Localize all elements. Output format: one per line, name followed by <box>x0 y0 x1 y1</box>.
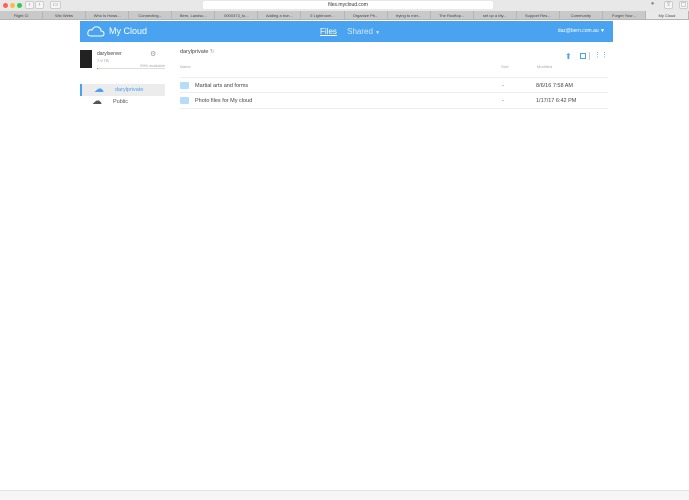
file-row[interactable]: Photo files for My cloud - 1/17/17 6:42 … <box>180 93 608 109</box>
column-name[interactable]: Name <box>180 64 191 69</box>
cloud-logo-icon <box>87 26 105 37</box>
browser-tab[interactable]: 0000373_to... <box>215 11 259 19</box>
browser-tab[interactable]: The Rooftop... <box>431 11 474 19</box>
breadcrumb: darylprivate ↻ <box>180 49 215 55</box>
browser-tab[interactable]: 5 Lightroom... <box>301 11 345 19</box>
device-image <box>80 50 92 68</box>
sidebar-item-label: darylprivate <box>115 87 144 93</box>
sidebar-item-label: Public <box>113 99 128 105</box>
browser-tab[interactable]: Community <box>560 11 603 19</box>
browser-tab[interactable]: Who Is Hows... <box>86 11 130 19</box>
file-modified: 8/6/16 7:58 AM <box>536 83 573 89</box>
share-icon[interactable]: ⇧ <box>664 1 673 9</box>
main-nav: Files Shared ▼ <box>320 27 380 36</box>
address-bar[interactable]: files.mycloud.com <box>203 1 493 9</box>
device-capacity: 7.9 TB <box>97 58 109 63</box>
new-folder-icon[interactable] <box>580 53 586 59</box>
app-logo[interactable]: My Cloud <box>109 26 147 36</box>
close-window-button[interactable] <box>3 3 8 8</box>
browser-tab[interactable]: Wix Webs <box>43 11 87 19</box>
browser-tab-active[interactable]: My Cloud <box>645 11 689 19</box>
browser-tab[interactable]: Connecting... <box>129 11 173 19</box>
back-button[interactable]: ‹ <box>25 1 34 9</box>
download-icon[interactable]: ● <box>648 1 657 9</box>
browser-tab[interactable]: Support Res... <box>517 11 560 19</box>
gear-icon[interactable]: ⚙ <box>150 50 156 58</box>
tab-bar: Flight Ci Wix Webs Who Is Hows... Connec… <box>0 11 689 20</box>
device-name: darylserver <box>97 51 122 57</box>
zoom-window-button[interactable] <box>17 3 22 8</box>
grid-view-icon[interactable]: ⋮⋮ <box>594 51 608 59</box>
folder-icon <box>180 97 189 104</box>
nav-shared-label: Shared <box>347 27 373 36</box>
sidebar-toggle-icon[interactable]: ▭ <box>50 1 61 9</box>
file-modified: 1/17/17 6:42 PM <box>536 98 577 104</box>
browser-tab[interactable]: Adding a bon... <box>258 11 302 19</box>
browser-tab[interactable]: Bern, Landsc... <box>172 11 216 19</box>
browser-tab[interactable]: set up a My... <box>474 11 517 19</box>
bottom-bar <box>0 490 689 500</box>
file-size: - <box>502 83 504 89</box>
chevron-down-icon: ▼ <box>375 30 381 36</box>
file-row[interactable]: Martial arts and forms - 8/6/16 7:58 AM <box>180 77 608 93</box>
user-email: daz@bern.com.au <box>557 28 599 34</box>
sidebar-item-public[interactable]: ☁ Public <box>80 96 165 108</box>
browser-tab[interactable]: Flight Ci <box>0 11 44 19</box>
browser-tab[interactable]: Organize Ph... <box>345 11 388 19</box>
file-name: Martial arts and forms <box>195 83 249 89</box>
minimize-window-button[interactable] <box>10 3 15 8</box>
toolbar-divider <box>589 52 590 60</box>
cloud-icon: ☁ <box>94 84 104 95</box>
file-size: - <box>502 98 504 104</box>
app-header: My Cloud Files Shared ▼ daz@bern.com.au … <box>80 21 613 42</box>
refresh-icon[interactable]: ↻ <box>210 49 215 55</box>
browser-toolbar: ‹ › ▭ files.mycloud.com ● ⇧ ▢ <box>0 0 689 11</box>
forward-button[interactable]: › <box>35 1 44 9</box>
storage-bar <box>97 68 165 69</box>
chevron-down-icon: ▼ <box>600 28 605 34</box>
tabs-icon[interactable]: ▢ <box>679 1 688 9</box>
storage-bar-used <box>97 68 98 69</box>
public-cloud-icon: ☁ <box>92 96 102 107</box>
browser-tab[interactable]: Forget Your... <box>603 11 646 19</box>
nav-shared[interactable]: Shared ▼ <box>347 27 380 36</box>
file-name: Photo files for My cloud <box>195 98 253 104</box>
nav-files[interactable]: Files <box>320 27 337 36</box>
breadcrumb-current: darylprivate <box>180 49 209 55</box>
upload-icon[interactable]: ⬆ <box>565 52 572 61</box>
sidebar-item-darylprivate[interactable]: ☁ darylprivate <box>80 84 165 96</box>
column-modified[interactable]: Modified <box>537 64 552 69</box>
folder-icon <box>180 82 189 89</box>
column-size[interactable]: Size <box>501 64 509 69</box>
user-menu[interactable]: daz@bern.com.au ▼ <box>558 28 605 34</box>
browser-tab[interactable]: trying to mer... <box>388 11 431 19</box>
